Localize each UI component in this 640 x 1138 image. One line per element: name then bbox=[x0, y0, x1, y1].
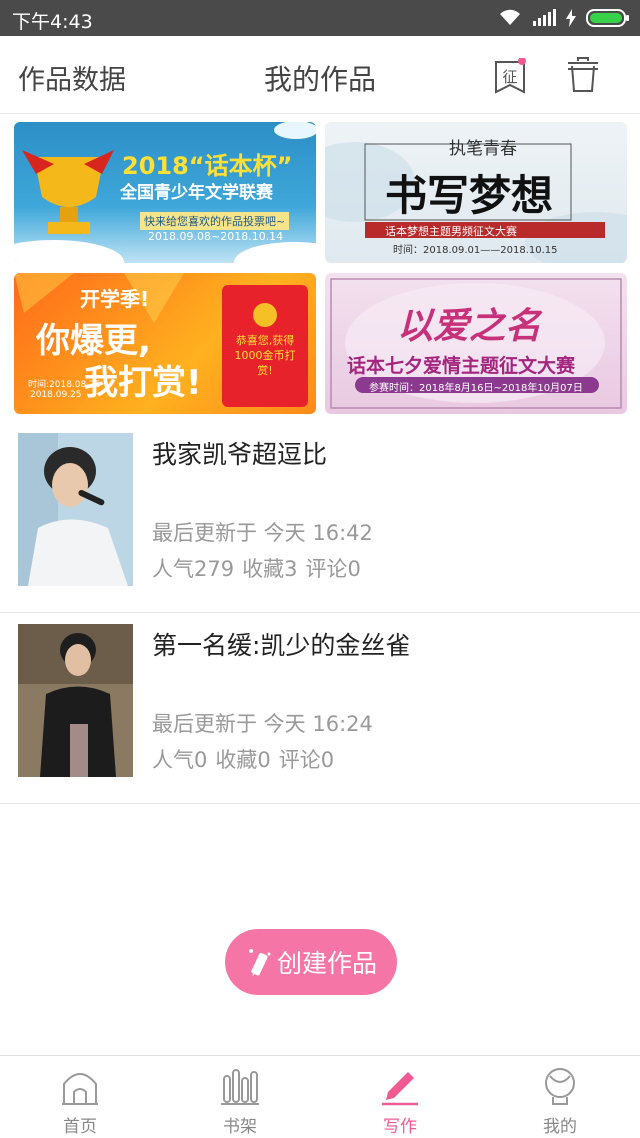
nav-home[interactable]: 首页 bbox=[0, 1056, 160, 1138]
nav-write-label: 写作 bbox=[383, 1117, 417, 1137]
home-icon bbox=[62, 1073, 98, 1105]
banner-3-kicker: 开学季! bbox=[80, 287, 150, 311]
status-icons bbox=[498, 8, 630, 28]
nav-profile-label: 我的 bbox=[543, 1117, 577, 1137]
status-time: 下午4:43 bbox=[12, 11, 93, 33]
profile-icon bbox=[545, 1068, 575, 1105]
banner-1-title: 2018“话本杯” bbox=[122, 152, 293, 180]
banner-literature-league[interactable]: 2018“话本杯” 全国青少年文学联赛 快来给您喜欢的作品投票吧~ 2018.0… bbox=[14, 122, 316, 263]
charging-icon bbox=[566, 9, 576, 27]
banner-1-subtitle: 全国青少年文学联赛 bbox=[120, 183, 273, 203]
work-comments: 评论0 bbox=[305, 557, 361, 581]
work-comments: 评论0 bbox=[278, 748, 335, 772]
work-popularity: 人气0 bbox=[152, 748, 208, 772]
work-updated: 最后更新于 今天 16:42 bbox=[152, 521, 373, 545]
bookshelf-icon bbox=[221, 1069, 259, 1105]
banner-4-dates: 参赛时间：2018年8月16日~2018年10月07日 bbox=[369, 383, 583, 394]
nav-home-label: 首页 bbox=[63, 1117, 97, 1137]
work-cover bbox=[18, 433, 133, 586]
banner-2-subtitle: 话本梦想主题男频征文大赛 bbox=[385, 225, 517, 238]
create-work-button[interactable]: 创建作品 bbox=[225, 929, 397, 995]
header: 作品数据 我的作品 征 bbox=[0, 36, 640, 114]
work-title: 第一名缓:凯少的金丝雀 bbox=[152, 631, 411, 660]
create-button-label: 创建作品 bbox=[276, 949, 377, 978]
banner-4-subtitle: 话本七夕爱情主题征文大赛 bbox=[347, 355, 576, 377]
wifi-icon bbox=[500, 9, 520, 25]
contest-icon: 征 bbox=[495, 57, 526, 94]
cover-image bbox=[18, 624, 133, 777]
banner-1-dates: 2018.09.08~2018.10.14 bbox=[148, 230, 284, 243]
work-updated: 最后更新于 今天 16:24 bbox=[152, 712, 373, 736]
nav-write[interactable]: 写作 bbox=[320, 1056, 480, 1138]
pencil-icon bbox=[382, 1072, 418, 1106]
contest-button[interactable]: 征 bbox=[494, 57, 526, 94]
work-item[interactable]: 我家凯爷超逗比 最后更新于 今天 16:42 人气279 收藏3 评论0 bbox=[0, 423, 640, 613]
banner-2-dates: 时间：2018.09.01——2018.10.15 bbox=[393, 245, 558, 256]
nav-bookshelf[interactable]: 书架 bbox=[160, 1056, 320, 1138]
banner-dream-writing[interactable]: 执笔青春 书写梦想 话本梦想主题男频征文大赛 时间：2018.09.01——20… bbox=[325, 122, 627, 263]
banner-2-kicker: 执笔青春 bbox=[449, 139, 517, 159]
banner-2-title: 书写梦想 bbox=[385, 171, 554, 220]
banner-4-title: 以爱之名 bbox=[397, 305, 542, 347]
cover-image bbox=[18, 433, 133, 586]
pencil-icon bbox=[248, 949, 271, 976]
work-favorites: 收藏0 bbox=[215, 748, 271, 772]
status-bar: 下午4:43 bbox=[0, 0, 640, 36]
bottom-nav: 首页 书架 写作 我的 bbox=[0, 1055, 640, 1138]
banner-1-tagline: 快来给您喜欢的作品投票吧~ bbox=[140, 212, 290, 230]
banner-3-envelope-text: 恭喜您,获得1000金币打赏! bbox=[234, 334, 296, 377]
work-item[interactable]: 第一名缓:凯少的金丝雀 最后更新于 今天 16:24 人气0 收藏0 评论0 bbox=[0, 614, 640, 804]
work-favorites: 收藏3 bbox=[242, 557, 298, 581]
battery-icon bbox=[586, 9, 629, 27]
contest-icon-char: 征 bbox=[502, 68, 517, 86]
signal-icon bbox=[533, 9, 556, 26]
trash-button[interactable] bbox=[566, 56, 600, 94]
work-stats: 人气279 收藏3 评论0 bbox=[152, 553, 361, 583]
banner-back-to-school[interactable]: 开学季! 你爆更, 我打赏! 恭喜您,获得1000金币打赏! 时间:2018.0… bbox=[14, 273, 316, 414]
work-cover bbox=[18, 624, 133, 777]
banner-qixi-love[interactable]: 以爱之名 话本七夕爱情主题征文大赛 参赛时间：2018年8月16日~2018年1… bbox=[325, 273, 627, 414]
nav-bookshelf-label: 书架 bbox=[223, 1117, 257, 1137]
work-popularity: 人气279 bbox=[152, 557, 235, 581]
banner-3-dates-end: 2018.09.25 bbox=[30, 390, 82, 400]
page-title: 我的作品 bbox=[263, 63, 376, 96]
nav-profile[interactable]: 我的 bbox=[480, 1056, 640, 1138]
banner-3-dates-start: 时间:2018.08.25~ bbox=[28, 380, 109, 390]
trash-icon bbox=[568, 57, 598, 92]
work-stats: 人气0 收藏0 评论0 bbox=[152, 744, 334, 774]
work-title: 我家凯爷超逗比 bbox=[152, 440, 328, 469]
